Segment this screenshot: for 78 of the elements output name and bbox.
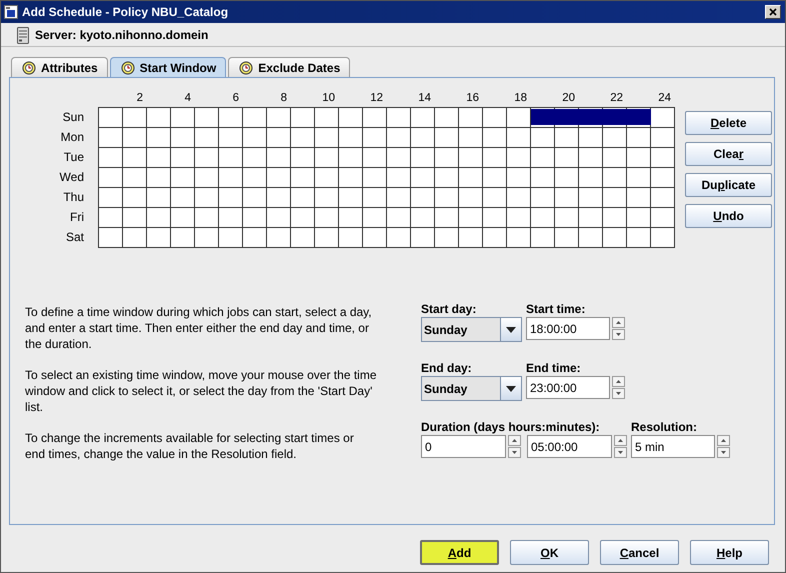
clock-icon xyxy=(21,60,37,76)
spin-up-button[interactable] xyxy=(508,435,521,446)
tab[interactable]: Exclude Dates xyxy=(228,57,350,77)
dialog-button[interactable]: Add xyxy=(420,540,499,565)
day-label: Mon xyxy=(60,129,85,146)
server-label: Server: kyoto.nihonno.domein xyxy=(35,28,208,42)
up-arrow-icon xyxy=(618,439,623,442)
window-title: Add Schedule - Policy NBU_Catalog xyxy=(22,5,230,19)
instruction-text: To define a time window during which jobs can start, select a day, and enter a start time. Then enter either the end day and time, or the duration. xyxy=(25,304,373,352)
dropdown-arrow-icon xyxy=(506,326,516,332)
clock-icon xyxy=(120,60,136,76)
clock-icon xyxy=(238,60,254,76)
down-arrow-icon xyxy=(616,392,621,395)
day-label: Sun xyxy=(62,109,85,126)
hour-label: 12 xyxy=(369,91,384,106)
grid-button[interactable]: Delete xyxy=(685,111,772,135)
up-arrow-icon xyxy=(721,439,726,442)
spin-down-button[interactable] xyxy=(508,447,521,458)
day-label: Thu xyxy=(63,189,85,206)
hour-label: 16 xyxy=(465,91,480,106)
spin-up-button[interactable] xyxy=(612,376,625,387)
spin-up-button[interactable] xyxy=(614,435,627,446)
grid-button[interactable]: Duplicate xyxy=(685,173,772,197)
down-arrow-icon xyxy=(512,451,517,454)
field-label: End time: xyxy=(526,361,582,375)
field-label: Duration (days hours:minutes): xyxy=(421,420,601,434)
hour-label: 22 xyxy=(609,91,624,106)
hour-label: 4 xyxy=(184,91,192,106)
schedule-grid[interactable] xyxy=(98,107,675,248)
close-button[interactable] xyxy=(765,5,781,19)
hour-label: 18 xyxy=(513,91,528,106)
field-label: Resolution: xyxy=(631,420,698,434)
spin-up-button[interactable] xyxy=(717,435,730,446)
day-label: Sat xyxy=(66,229,85,246)
field-label: Start time: xyxy=(526,302,586,316)
spin-up-button[interactable] xyxy=(612,317,625,328)
tab[interactable]: Attributes xyxy=(11,57,108,77)
hour-label: 14 xyxy=(417,91,432,106)
spin-down-button[interactable] xyxy=(612,388,625,399)
dialog-button[interactable]: Help xyxy=(690,540,769,565)
spinner-field[interactable]: 18:00:00 xyxy=(526,317,610,340)
field-label: End day: xyxy=(421,361,473,375)
window-icon xyxy=(4,5,18,19)
spinner-field[interactable]: 23:00:00 xyxy=(526,376,610,399)
up-arrow-icon xyxy=(512,439,517,442)
down-arrow-icon xyxy=(616,333,621,336)
spinner-field[interactable]: 0 xyxy=(421,435,506,458)
hour-label: 8 xyxy=(280,91,288,106)
down-arrow-icon xyxy=(618,451,623,454)
tab[interactable]: Start Window xyxy=(110,57,226,77)
spinner-field[interactable]: 05:00:00 xyxy=(527,435,612,458)
instruction-text: To change the increments available for selecting start times or end times, change the value in the Resolution field. xyxy=(25,430,355,462)
hour-label: 24 xyxy=(657,91,672,106)
day-label: Wed xyxy=(60,169,85,186)
spinner-field[interactable]: 5 min xyxy=(631,435,715,458)
down-arrow-icon xyxy=(721,451,726,454)
grid-button[interactable]: Clear xyxy=(685,142,772,166)
grid-button[interactable]: Undo xyxy=(685,204,772,228)
spin-down-button[interactable] xyxy=(717,447,730,458)
up-arrow-icon xyxy=(616,321,621,324)
day-label: Fri xyxy=(70,209,85,226)
spin-down-button[interactable] xyxy=(612,329,625,340)
up-arrow-icon xyxy=(616,380,621,383)
spin-down-button[interactable] xyxy=(614,447,627,458)
day-label: Tue xyxy=(64,149,85,166)
hour-label: 6 xyxy=(232,91,240,106)
dropdown-arrow-icon xyxy=(506,386,516,392)
server-icon xyxy=(17,26,29,44)
day-dropdown[interactable]: Sunday xyxy=(421,376,522,401)
field-label: Start day: xyxy=(421,302,478,316)
hour-label: 10 xyxy=(321,91,336,106)
instruction-text: To select an existing time window, move your mouse over the time window and click to select it, or select the day from the 'Start Day' list. xyxy=(25,367,377,415)
hour-label: 20 xyxy=(561,91,576,106)
dialog-button[interactable]: OK xyxy=(510,540,589,565)
day-dropdown[interactable]: Sunday xyxy=(421,317,522,342)
close-icon xyxy=(769,8,777,16)
dialog-button[interactable]: Cancel xyxy=(600,540,679,565)
hour-label: 2 xyxy=(136,91,144,106)
